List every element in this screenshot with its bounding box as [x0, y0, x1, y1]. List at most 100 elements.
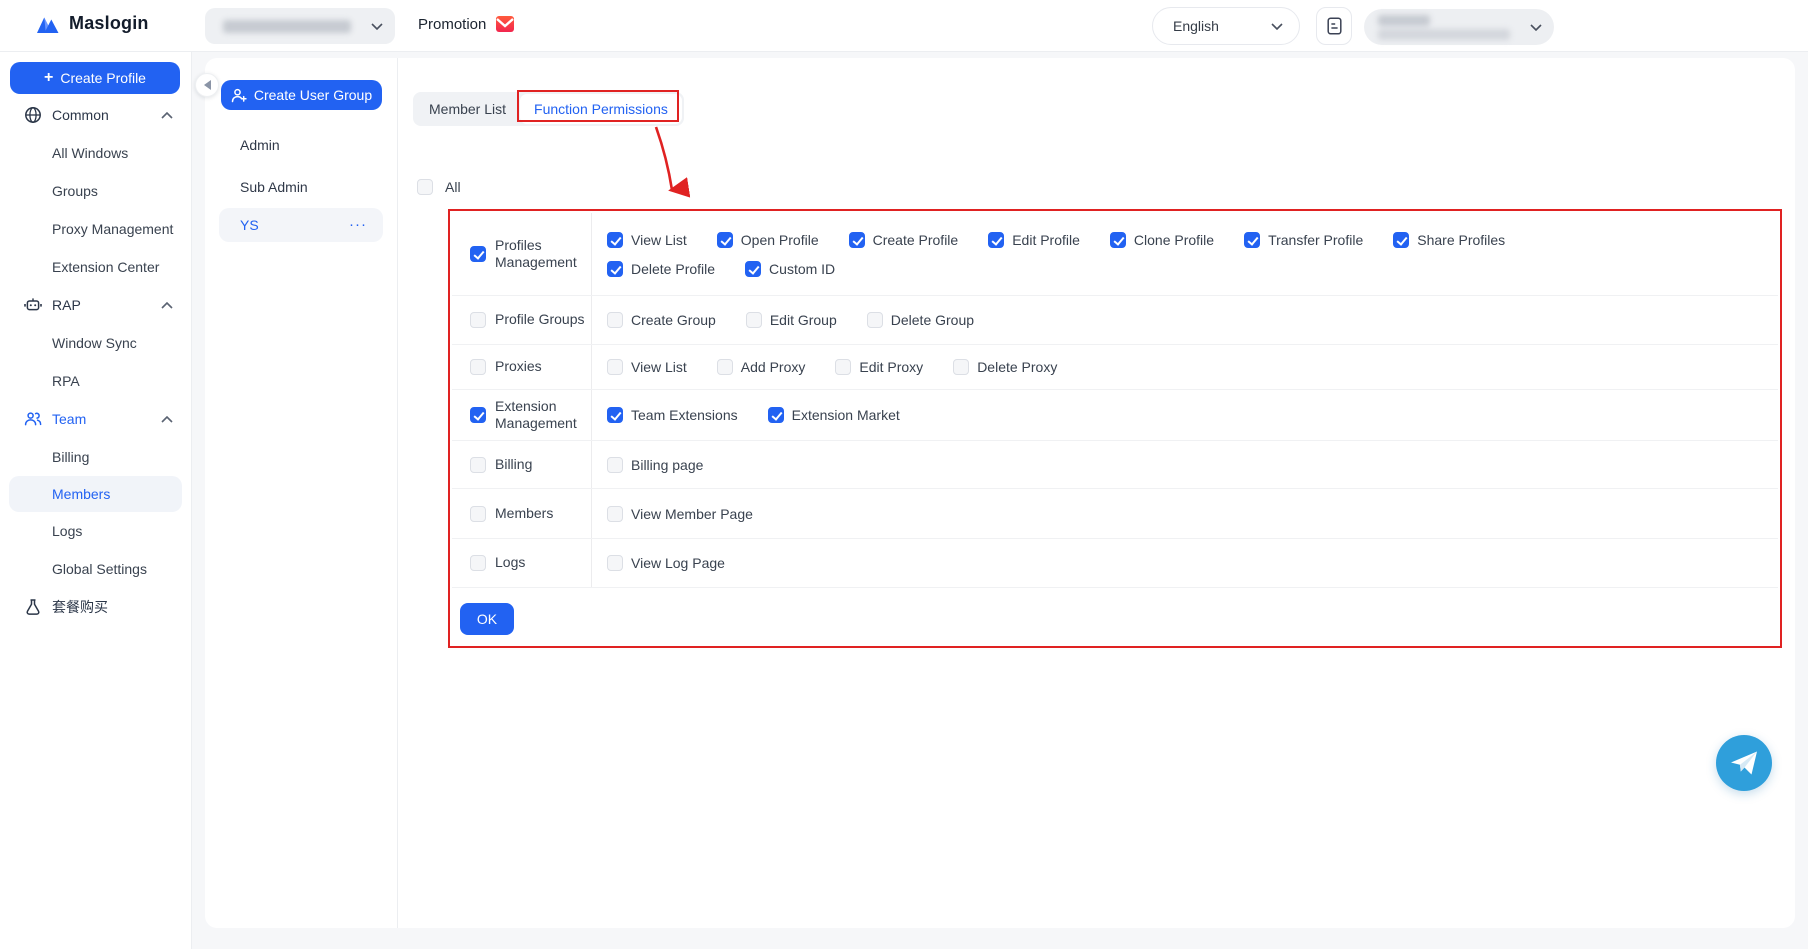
checkbox-transfer-profile[interactable]	[1244, 232, 1260, 248]
permission-label: Transfer Profile	[1268, 232, 1363, 248]
checkbox-extension-management[interactable]	[470, 407, 486, 423]
permission-view-list: View List	[607, 359, 687, 375]
checkbox-add-proxy[interactable]	[717, 359, 733, 375]
checkbox-edit-profile[interactable]	[988, 232, 1004, 248]
sidebar-item-套餐购买[interactable]: 套餐购买	[0, 588, 191, 626]
promotion-link[interactable]: Promotion	[418, 14, 515, 34]
promotion-label: Promotion	[418, 16, 486, 33]
sidebar-section-team[interactable]: Team	[0, 400, 191, 438]
telegram-fab-button[interactable]	[1716, 735, 1772, 791]
checkbox-extension-market[interactable]	[768, 407, 784, 423]
checkbox-profile-groups[interactable]	[470, 312, 486, 328]
chevron-down-icon	[1530, 24, 1542, 31]
sidebar-item-rpa[interactable]: RPA	[0, 362, 191, 400]
sidebar-item-global-settings[interactable]: Global Settings	[0, 550, 191, 588]
checkbox-billing-page[interactable]	[607, 457, 623, 473]
permissions-cell: View ListOpen ProfileCreate ProfileEdit …	[592, 213, 1778, 295]
checkbox-create-profile[interactable]	[849, 232, 865, 248]
create-user-group-button[interactable]: Create User Group	[221, 80, 382, 110]
sidebar-item-all-windows[interactable]: All Windows	[0, 134, 191, 172]
group-name: YS	[240, 217, 259, 233]
checkbox-view-log-page[interactable]	[607, 555, 623, 571]
group-name: Sub Admin	[240, 179, 308, 195]
sidebar-section-label: Team	[52, 411, 151, 427]
tab-member-list[interactable]: Member List	[415, 94, 520, 124]
sidebar-item-label: Groups	[52, 183, 98, 199]
sidebar-item-members[interactable]: Members	[9, 476, 182, 512]
permission-label: Add Proxy	[741, 359, 806, 375]
sidebar-item-label: RPA	[52, 373, 80, 389]
checkbox-delete-proxy[interactable]	[953, 359, 969, 375]
checkbox-view-list[interactable]	[607, 359, 623, 375]
sidebar-item-logs[interactable]: Logs	[0, 512, 191, 550]
team-icon	[24, 410, 42, 428]
permission-label: Share Profiles	[1417, 232, 1505, 248]
checkbox-delete-profile[interactable]	[607, 261, 623, 277]
top-bar: Maslogin Promotion English	[0, 0, 1808, 52]
sidebar-item-proxy-management[interactable]: Proxy Management	[0, 210, 191, 248]
sidebar-collapse-button[interactable]	[195, 73, 219, 97]
checkbox-billing[interactable]	[470, 457, 486, 473]
module-label: Proxies	[495, 358, 542, 376]
checkbox-logs[interactable]	[470, 555, 486, 571]
account-selector[interactable]	[1364, 9, 1554, 45]
sidebar-section-common[interactable]: Common	[0, 96, 191, 134]
checkbox-create-group[interactable]	[607, 312, 623, 328]
checkbox-open-profile[interactable]	[717, 232, 733, 248]
create-profile-button[interactable]: + Create Profile	[10, 62, 180, 94]
permission-delete-proxy: Delete Proxy	[953, 359, 1057, 375]
chevron-up-icon	[161, 416, 173, 423]
permission-extension-market: Extension Market	[768, 407, 900, 423]
checkbox-share-profiles[interactable]	[1393, 232, 1409, 248]
checkbox-edit-group[interactable]	[746, 312, 762, 328]
checkbox-view-list[interactable]	[607, 232, 623, 248]
sidebar-section-rap[interactable]: RAP	[0, 286, 191, 324]
promotion-envelope-icon	[495, 14, 515, 34]
permission-billing-page: Billing page	[607, 457, 703, 473]
permission-label: View List	[631, 232, 687, 248]
module-cell-proxies: Proxies	[452, 345, 592, 389]
permission-edit-profile: Edit Profile	[988, 232, 1080, 248]
sidebar-item-extension-center[interactable]: Extension Center	[0, 248, 191, 286]
table-row-members: Members View Member Page	[452, 489, 1778, 539]
permission-line: Billing page	[607, 457, 1778, 473]
workspace-selector[interactable]	[205, 8, 395, 44]
ok-button[interactable]: OK	[460, 603, 514, 635]
module-cell-profiles-management: Profiles Management	[452, 213, 592, 295]
checkbox-team-extensions[interactable]	[607, 407, 623, 423]
group-name: Admin	[240, 137, 280, 153]
sidebar-item-groups[interactable]: Groups	[0, 172, 191, 210]
checkbox-edit-proxy[interactable]	[835, 359, 851, 375]
group-item-ys[interactable]: YS···	[219, 208, 383, 242]
add-user-icon	[231, 88, 247, 103]
permission-label: Edit Proxy	[859, 359, 923, 375]
sidebar-item-label: Window Sync	[52, 335, 137, 351]
checkbox-members[interactable]	[470, 506, 486, 522]
select-all-checkbox[interactable]	[417, 179, 433, 195]
tab-function-permissions[interactable]: Function Permissions	[520, 94, 682, 124]
sidebar-item-window-sync[interactable]: Window Sync	[0, 324, 191, 362]
sidebar-item-billing[interactable]: Billing	[0, 438, 191, 476]
permission-label: Team Extensions	[631, 407, 738, 423]
chevron-down-icon	[1271, 23, 1283, 30]
permission-label: Open Profile	[741, 232, 819, 248]
members-page-card: Create User Group Admin Sub Admin YS··· Me…	[205, 58, 1795, 928]
group-item-sub-admin[interactable]: Sub Admin	[205, 166, 397, 208]
checkbox-proxies[interactable]	[470, 359, 486, 375]
document-button[interactable]	[1316, 7, 1352, 45]
language-selector[interactable]: English	[1152, 7, 1300, 45]
collapse-left-icon	[204, 80, 211, 90]
checkbox-view-member-page[interactable]	[607, 506, 623, 522]
permission-view-member-page: View Member Page	[607, 506, 753, 522]
module-label: Members	[495, 505, 553, 523]
user-group-list: Admin Sub Admin YS···	[205, 124, 397, 242]
group-item-admin[interactable]: Admin	[205, 124, 397, 166]
tab-bar: Member ListFunction Permissions	[413, 92, 684, 126]
permission-label: Delete Profile	[631, 261, 715, 277]
checkbox-delete-group[interactable]	[867, 312, 883, 328]
permissions-cell: View Member Page	[592, 489, 1778, 538]
checkbox-custom-id[interactable]	[745, 261, 761, 277]
maslogin-logo-icon	[36, 14, 60, 34]
checkbox-profiles-management[interactable]	[470, 246, 486, 262]
checkbox-clone-profile[interactable]	[1110, 232, 1126, 248]
